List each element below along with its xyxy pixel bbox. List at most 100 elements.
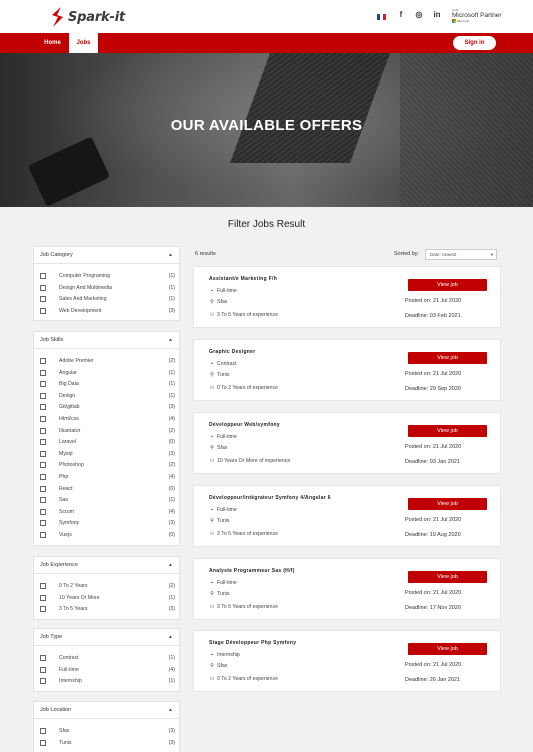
- filter-checkbox[interactable]: [40, 508, 46, 515]
- filter-checkbox[interactable]: [40, 427, 46, 434]
- filter-option[interactable]: Design (1): [40, 392, 175, 402]
- view-job-button[interactable]: View job: [408, 571, 487, 583]
- facebook-icon[interactable]: f: [396, 10, 406, 19]
- view-job-button[interactable]: View job: [408, 643, 487, 655]
- filter-checkbox[interactable]: [40, 307, 46, 314]
- job-title[interactable]: Développeur Web/symfony: [209, 422, 280, 428]
- chevron-up-icon[interactable]: ▲: [168, 332, 173, 349]
- filter-checkbox[interactable]: [40, 678, 46, 685]
- filter-header[interactable]: Job Category ▲: [34, 247, 179, 264]
- filter-option[interactable]: Sfax (3): [40, 727, 175, 737]
- filter-checkbox[interactable]: [40, 739, 46, 746]
- filter-checkbox[interactable]: [40, 404, 46, 411]
- filter-option[interactable]: Internship (1): [40, 677, 175, 687]
- filter-header[interactable]: Job Location ▲: [34, 702, 179, 719]
- view-job-button[interactable]: View job: [408, 498, 487, 510]
- view-job-button[interactable]: View job: [408, 425, 487, 437]
- filter-header[interactable]: Job Type ▲: [34, 629, 179, 646]
- filter-option[interactable]: Git/gitlab (3): [40, 403, 175, 413]
- filter-header[interactable]: Job Skills ▲: [34, 332, 179, 349]
- job-title[interactable]: Assistant/e Marketing F/h: [209, 276, 277, 282]
- filter-option[interactable]: Sales And Marketing (1): [40, 295, 175, 305]
- filter-checkbox[interactable]: [40, 655, 46, 661]
- filter-option[interactable]: Scrum (4): [40, 508, 175, 518]
- filter-title: Job Category: [40, 252, 73, 258]
- section-title: Filter Jobs Result: [227, 219, 306, 230]
- filter-option-label: Design: [59, 392, 76, 399]
- filter-option-label: Angular: [59, 369, 77, 376]
- view-job-button[interactable]: View job: [408, 352, 487, 364]
- job-title[interactable]: Stage Développeur Php Symfony: [209, 640, 296, 646]
- chevron-up-icon[interactable]: ▲: [168, 247, 173, 264]
- filter-option[interactable]: Sas (1): [40, 496, 175, 506]
- filter-option[interactable]: Adobe Premier (2): [40, 357, 175, 367]
- sign-in-button[interactable]: Sign in: [453, 36, 496, 50]
- filter-option[interactable]: Illustrator (2): [40, 427, 175, 437]
- instagram-icon[interactable]: ◎: [414, 10, 424, 19]
- filter-checkbox[interactable]: [40, 594, 46, 601]
- filter-checkbox[interactable]: [40, 273, 46, 279]
- filter-checkbox[interactable]: [40, 439, 46, 446]
- filter-checkbox[interactable]: [40, 392, 46, 399]
- filter-option[interactable]: Php (4): [40, 473, 175, 483]
- partner-title: Microsoft Partner: [452, 12, 502, 19]
- nav-jobs[interactable]: Jobs: [69, 33, 98, 53]
- filter-checkbox[interactable]: [40, 462, 46, 469]
- job-posted-date: Posted on: 21 Jul 2020: [405, 298, 462, 304]
- job-title[interactable]: Analyste Programmeur Sas (H/f): [209, 568, 295, 574]
- nav-home[interactable]: Home: [36, 33, 69, 53]
- filter-checkbox[interactable]: [40, 728, 46, 734]
- filter-checkbox[interactable]: [40, 416, 46, 422]
- filter-checkbox[interactable]: [40, 532, 46, 538]
- linkedin-icon[interactable]: in: [432, 10, 442, 19]
- filter-checkbox[interactable]: [40, 520, 46, 527]
- filter-option[interactable]: Big Data (1): [40, 380, 175, 390]
- filter-option[interactable]: Full-time (4): [40, 666, 175, 676]
- filter-option[interactable]: Laravel (0): [40, 438, 175, 448]
- filter-option[interactable]: 0 To 2 Years (2): [40, 582, 175, 592]
- job-title[interactable]: Développeur/intégrateur Symfony 4/Angula…: [209, 495, 331, 501]
- french-flag-icon[interactable]: [377, 14, 386, 20]
- filter-option[interactable]: Photoshop (2): [40, 461, 175, 471]
- filter-checkbox[interactable]: [40, 485, 46, 492]
- filter-checkbox[interactable]: [40, 474, 46, 480]
- job-location-label: Tunis: [217, 591, 230, 597]
- filter-option[interactable]: Mysql (3): [40, 450, 175, 460]
- filter-option[interactable]: Design And Multimedia (1): [40, 284, 175, 294]
- filter-checkbox[interactable]: [40, 583, 46, 589]
- filter-checkbox[interactable]: [40, 606, 46, 613]
- sort-select[interactable]: Date: newest ▾: [425, 249, 497, 260]
- job-title[interactable]: Graphic Designer: [209, 349, 255, 355]
- filter-option[interactable]: Symfony (3): [40, 519, 175, 529]
- filter-checkbox[interactable]: [40, 369, 46, 376]
- filter-option[interactable]: Web Development (3): [40, 307, 175, 317]
- filter-checkbox[interactable]: [40, 381, 46, 388]
- filter-option[interactable]: Html/css (4): [40, 415, 175, 425]
- filter-header[interactable]: Job Experience ▲: [34, 557, 179, 574]
- chevron-up-icon[interactable]: ▲: [168, 702, 173, 719]
- job-card: Stage Développeur Php Symfony ▪ Internship…: [193, 630, 501, 692]
- filter-option-label: Internship: [59, 678, 82, 685]
- filter-checkbox[interactable]: [40, 450, 46, 457]
- filter-option[interactable]: Computer Programing (1): [40, 272, 175, 282]
- filter-option[interactable]: 3 To 5 Years (3): [40, 605, 175, 615]
- chevron-up-icon[interactable]: ▲: [168, 557, 173, 574]
- filter-checkbox[interactable]: [40, 666, 46, 673]
- filter-option[interactable]: 10 Years Or More (1): [40, 594, 175, 604]
- filter-option[interactable]: Tunis (3): [40, 739, 175, 749]
- filter-checkbox[interactable]: [40, 296, 46, 303]
- view-job-button[interactable]: View job: [408, 279, 487, 291]
- filter-checkbox[interactable]: [40, 497, 46, 504]
- filter-option-label: Design And Multimedia: [59, 284, 113, 291]
- filter-option[interactable]: React (0): [40, 485, 175, 495]
- chevron-up-icon[interactable]: ▲: [168, 629, 173, 646]
- filter-option[interactable]: Angular (1): [40, 369, 175, 379]
- filter-option-count: (3): [168, 404, 175, 411]
- filter-option[interactable]: Contract (1): [40, 654, 175, 664]
- filter-checkbox[interactable]: [40, 358, 46, 364]
- filter-checkbox[interactable]: [40, 284, 46, 291]
- spark-it-logo[interactable]: Spark-it: [49, 5, 125, 29]
- filter-option[interactable]: Vuejs (0): [40, 531, 175, 541]
- briefcase-icon: ▪: [211, 580, 213, 586]
- filter-option-count: (0): [168, 532, 175, 538]
